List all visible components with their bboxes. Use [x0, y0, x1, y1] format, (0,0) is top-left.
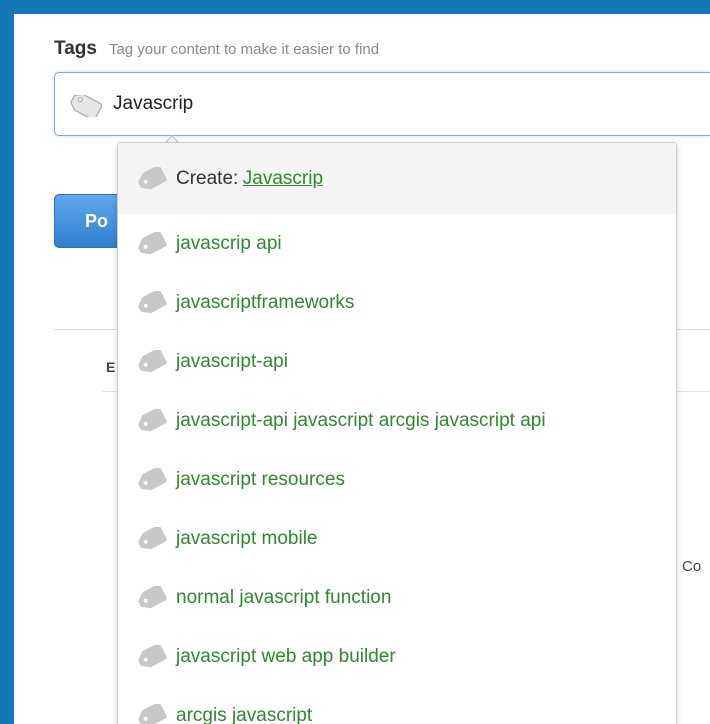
suggestion-item[interactable]: javascript-api javascript arcgis javascr…	[118, 391, 676, 450]
create-value-link[interactable]: Javascrip	[243, 168, 323, 190]
tags-hint: Tag your content to make it easier to fi…	[108, 41, 380, 58]
tags-title: Tags	[54, 38, 97, 59]
suggestion-label: javascript resources	[176, 468, 345, 490]
tag-icon	[138, 526, 167, 549]
suggestion-item[interactable]: javascript mobile	[118, 509, 676, 568]
partial-text: Co	[682, 558, 702, 575]
page-frame: Tags Tag your content to make it easier …	[14, 14, 710, 724]
tag-input-box[interactable]	[54, 72, 710, 136]
suggestion-item[interactable]: javascrip api	[118, 214, 676, 273]
tag-input[interactable]	[113, 89, 613, 119]
tag-icon	[138, 585, 167, 608]
suggestion-label: arcgis javascript	[176, 704, 313, 724]
tag-icon	[138, 644, 167, 667]
suggestion-item[interactable]: javascript-api	[118, 332, 676, 391]
suggestion-item[interactable]: javascript resources	[118, 450, 676, 509]
tag-icon	[70, 95, 103, 117]
tag-icon	[138, 290, 167, 313]
suggestion-label: javascript-api	[176, 350, 288, 372]
suggestion-item[interactable]: normal javascript function	[118, 568, 676, 627]
suggestion-label: javascript web app builder	[176, 645, 396, 667]
tag-icon	[138, 467, 167, 490]
suggestion-label: normal javascript function	[176, 586, 392, 608]
suggestion-label: javascriptframeworks	[176, 291, 355, 313]
tag-icon	[138, 703, 167, 724]
tag-icon	[138, 231, 167, 254]
suggestion-label: javascript mobile	[176, 527, 318, 549]
suggestion-label: javascript-api javascript arcgis javascr…	[176, 409, 546, 431]
create-prefix: Create:	[176, 167, 239, 189]
tag-icon	[138, 408, 167, 431]
tags-header: Tags Tag your content to make it easier …	[54, 38, 379, 60]
tag-icon	[138, 349, 167, 372]
tag-suggestions-dropdown: Create: Javascrip javascrip api javascri…	[117, 142, 677, 724]
suggestion-item[interactable]: arcgis javascript	[118, 686, 676, 724]
suggestion-item[interactable]: javascript web app builder	[118, 627, 676, 686]
suggestion-label: javascrip api	[176, 232, 282, 254]
create-tag-option[interactable]: Create: Javascrip	[118, 143, 676, 214]
suggestion-item[interactable]: javascriptframeworks	[118, 273, 676, 332]
partial-heading: E	[106, 359, 116, 375]
tag-icon	[138, 166, 167, 189]
